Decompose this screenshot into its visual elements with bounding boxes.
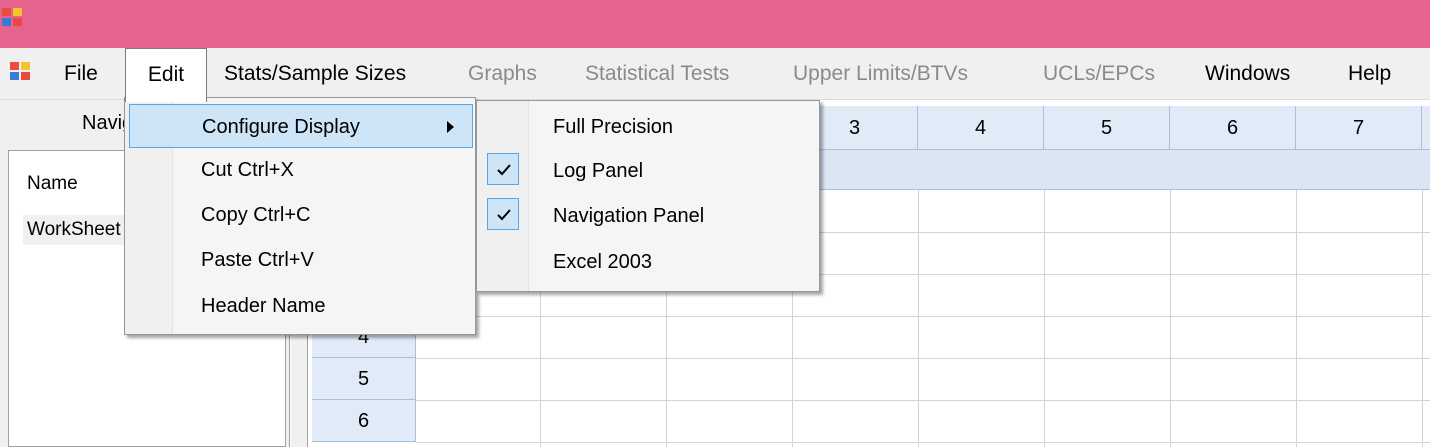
menu-item-configure-display[interactable]: Configure Display: [129, 104, 473, 148]
submenu-item-excel-2003[interactable]: Excel 2003: [481, 240, 817, 284]
grid-column-line: [1296, 190, 1297, 447]
column-header-7[interactable]: 7: [1296, 106, 1422, 150]
app-grid-icon[interactable]: [2, 8, 24, 28]
menu-item-copy[interactable]: Copy Ctrl+C: [129, 193, 473, 237]
menu-statistical-tests[interactable]: Statistical Tests: [585, 48, 729, 100]
menu-help[interactable]: Help: [1348, 48, 1391, 100]
grid-row-line: [416, 442, 1430, 443]
submenu-item-full-precision[interactable]: Full Precision: [481, 105, 817, 149]
column-header-8[interactable]: [1422, 106, 1430, 150]
grid-column-line: [1044, 190, 1045, 447]
menu-item-label: Configure Display: [202, 116, 360, 138]
menu-bar: File Edit Stats/Sample Sizes Graphs Stat…: [0, 48, 1430, 102]
grid-row-line: [416, 400, 1430, 401]
menu-stats-sample-sizes[interactable]: Stats/Sample Sizes: [224, 48, 406, 100]
grid-column-line: [918, 190, 919, 447]
grid-column-line: [1422, 190, 1423, 447]
column-header-6[interactable]: 6: [1170, 106, 1296, 150]
menu-ucls-epcs[interactable]: UCLs/EPCs: [1043, 48, 1155, 100]
menu-item-cut[interactable]: Cut Ctrl+X: [129, 148, 473, 192]
nav-list-header-name[interactable]: Name: [27, 173, 78, 195]
menu-file[interactable]: File: [64, 48, 98, 100]
title-bar: [0, 0, 1430, 48]
menu-windows[interactable]: Windows: [1205, 48, 1290, 100]
menu-edit[interactable]: Edit: [125, 48, 207, 102]
submenu-item-log-panel[interactable]: Log Panel: [481, 149, 817, 193]
grid-column-line: [1170, 190, 1171, 447]
app-menu-icon[interactable]: [10, 62, 32, 82]
menu-item-header-name[interactable]: Header Name: [129, 284, 473, 328]
row-header-5[interactable]: 5: [312, 358, 416, 400]
submenu-arrow-icon: [447, 121, 454, 133]
menu-item-paste[interactable]: Paste Ctrl+V: [129, 238, 473, 282]
menu-graphs[interactable]: Graphs: [468, 48, 537, 100]
grid-row-line: [416, 358, 1430, 359]
column-header-5[interactable]: 5: [1044, 106, 1170, 150]
column-header-4[interactable]: 4: [918, 106, 1044, 150]
edit-menu-dropdown: Configure Display Cut Ctrl+X Copy Ctrl+C…: [124, 97, 476, 335]
submenu-item-navigation-panel[interactable]: Navigation Panel: [481, 194, 817, 238]
grid-row-line: [416, 316, 1430, 317]
configure-display-submenu: Full Precision Log Panel Navigation Pane…: [476, 100, 820, 292]
menu-upper-limits-btvs[interactable]: Upper Limits/BTVs: [793, 48, 968, 100]
row-header-6[interactable]: 6: [312, 400, 416, 442]
